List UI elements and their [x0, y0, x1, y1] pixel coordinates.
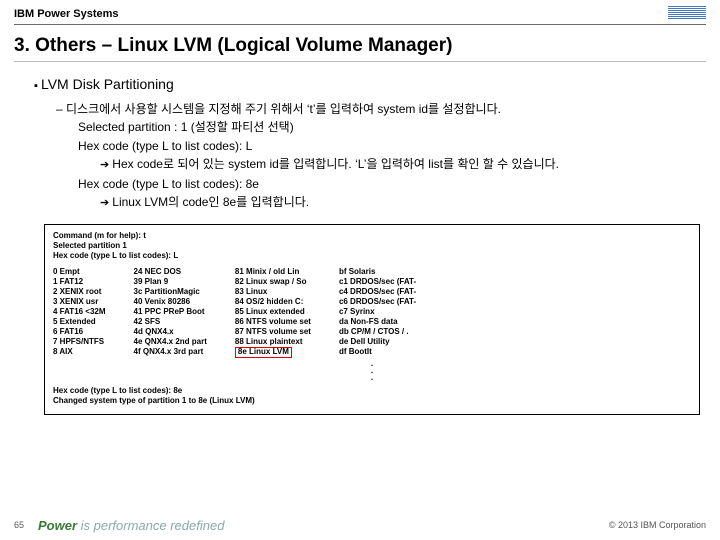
slogan-strong: Power [38, 518, 77, 533]
terminal-cell: c6 DRDOS/sec (FAT- [339, 297, 416, 307]
arrow-line: Hex code로 되어 있는 system id를 입력합니다. ‘L’을 입… [56, 155, 692, 174]
slide-footer: 65 Power is performance redefined © 2013… [0, 510, 720, 540]
terminal-cell: df BootIt [339, 347, 416, 357]
copyright: © 2013 IBM Corporation [609, 520, 706, 530]
terminal-line: Command (m for help): t [53, 231, 691, 241]
terminal-cell: 8e Linux LVM [235, 347, 311, 358]
section-heading: LVM Disk Partitioning [34, 74, 692, 96]
terminal-cell: 0 Empt [53, 267, 106, 277]
terminal-cell: 4d QNX4.x [134, 327, 207, 337]
footer-slogan: Power is performance redefined [38, 518, 609, 533]
terminal-cell: 7 HPFS/NTFS [53, 337, 106, 347]
terminal-cell: 4e QNX4.x 2nd part [134, 337, 207, 347]
terminal-output: Command (m for help): t Selected partiti… [44, 224, 700, 414]
terminal-cell: 39 Plan 9 [134, 277, 207, 287]
body-line: Hex code (type L to list codes): 8e [56, 175, 692, 194]
terminal-cell: 40 Venix 80286 [134, 297, 207, 307]
terminal-line: Changed system type of partition 1 to 8e… [53, 396, 691, 406]
terminal-column: bf Solarisc1 DRDOS/sec (FAT-c4 DRDOS/sec… [339, 267, 416, 358]
body-line: Selected partition : 1 (설정할 파티션 선택) [56, 118, 692, 137]
terminal-cell: 81 Minix / old Lin [235, 267, 311, 277]
slide-title: 3. Others – Linux LVM (Logical Volume Ma… [0, 25, 720, 61]
ellipsis-icon: ... [53, 360, 691, 382]
terminal-columns: 0 Empt1 FAT122 XENIX root3 XENIX usr4 FA… [53, 267, 691, 358]
terminal-cell: 87 NTFS volume set [235, 327, 311, 337]
terminal-cell: da Non-FS data [339, 317, 416, 327]
terminal-cell: de Dell Utility [339, 337, 416, 347]
brand-text: IBM Power Systems [14, 8, 119, 20]
terminal-column: 24 NEC DOS39 Plan 93c PartitionMagic40 V… [134, 267, 207, 358]
terminal-cell: 2 XENIX root [53, 287, 106, 297]
terminal-cell: 3c PartitionMagic [134, 287, 207, 297]
highlighted-code: 8e Linux LVM [235, 347, 292, 358]
body-line: Hex code (type L to list codes): L [56, 137, 692, 156]
terminal-cell: 1 FAT12 [53, 277, 106, 287]
terminal-cell: db CP/M / CTOS / . [339, 327, 416, 337]
terminal-line: Hex code (type L to list codes): 8e [53, 386, 691, 396]
terminal-cell: 8 AIX [53, 347, 106, 357]
terminal-cell: c7 Syrinx [339, 307, 416, 317]
page-number: 65 [14, 520, 38, 530]
terminal-column: 0 Empt1 FAT122 XENIX root3 XENIX usr4 FA… [53, 267, 106, 358]
slide-content: LVM Disk Partitioning 디스크에서 사용할 시스템을 지정해… [0, 62, 720, 212]
terminal-cell: 4f QNX4.x 3rd part [134, 347, 207, 357]
terminal-cell: 3 XENIX usr [53, 297, 106, 307]
ibm-logo-icon [668, 6, 706, 20]
terminal-column: 81 Minix / old Lin82 Linux swap / So83 L… [235, 267, 311, 358]
terminal-cell: c4 DRDOS/sec (FAT- [339, 287, 416, 297]
arrow-line: Linux LVM의 code인 8e를 입력합니다. [56, 193, 692, 212]
terminal-cell: 88 Linux plaintext [235, 337, 311, 347]
slogan-rest: is performance redefined [77, 518, 224, 533]
terminal-cell: 5 Extended [53, 317, 106, 327]
bullet-line: 디스크에서 사용할 시스템을 지정해 주기 위해서 ‘t’를 입력하여 syst… [56, 100, 692, 119]
terminal-line: Hex code (type L to list codes): L [53, 251, 691, 261]
slide-header: IBM Power Systems [0, 0, 720, 22]
terminal-cell: c1 DRDOS/sec (FAT- [339, 277, 416, 287]
terminal-line: Selected partition 1 [53, 241, 691, 251]
terminal-cell: 6 FAT16 [53, 327, 106, 337]
terminal-cell: 42 SFS [134, 317, 207, 327]
terminal-cell: 24 NEC DOS [134, 267, 207, 277]
terminal-cell: 4 FAT16 <32M [53, 307, 106, 317]
ibm-logo [668, 6, 706, 20]
terminal-cell: 41 PPC PReP Boot [134, 307, 207, 317]
terminal-cell: 83 Linux [235, 287, 311, 297]
terminal-cell: 84 OS/2 hidden C: [235, 297, 311, 307]
terminal-cell: 82 Linux swap / So [235, 277, 311, 287]
terminal-cell: bf Solaris [339, 267, 416, 277]
terminal-cell: 86 NTFS volume set [235, 317, 311, 327]
terminal-cell: 85 Linux extended [235, 307, 311, 317]
